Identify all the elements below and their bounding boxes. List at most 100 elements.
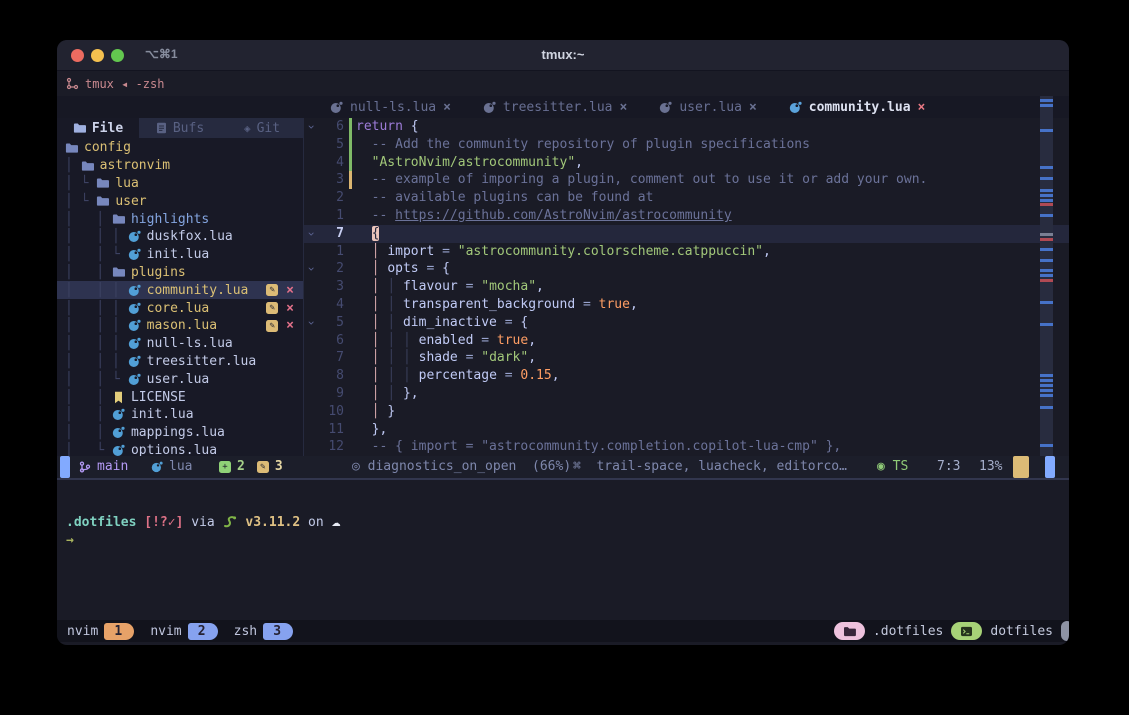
editor-tab-null-ls.lua[interactable]: null-ls.lua× bbox=[315, 96, 466, 118]
tree-item-duskfox.lua[interactable]: │ │ │ duskfox.lua bbox=[57, 228, 303, 246]
lua-file-icon bbox=[128, 373, 141, 386]
code-line[interactable]: 6 │ │ │ enabled = true, bbox=[304, 332, 1069, 350]
lsp-icon: ⌘ bbox=[573, 459, 581, 474]
lua-file-icon bbox=[128, 248, 141, 261]
file-name: init.lua bbox=[131, 407, 194, 422]
code-line[interactable]: ›2 │ opts = { bbox=[304, 260, 1069, 278]
code-line[interactable]: 3 │ │ flavour = "mocha", bbox=[304, 278, 1069, 296]
fold-chevron-icon[interactable]: › bbox=[304, 225, 318, 243]
tree-item-astronvim[interactable]: │ astronvim bbox=[57, 157, 303, 175]
lua-file-icon bbox=[112, 426, 125, 439]
fold-chevron-icon bbox=[304, 385, 318, 403]
tree-item-user.lua[interactable]: │ │ └ user.lua bbox=[57, 370, 303, 388]
folder-icon bbox=[81, 160, 94, 172]
scrollbar-mark bbox=[1040, 384, 1053, 387]
editor-scrollbar[interactable] bbox=[1040, 96, 1053, 456]
close-tab-icon[interactable]: × bbox=[918, 100, 926, 115]
fold-chevron-icon[interactable]: › bbox=[304, 314, 318, 332]
scrollbar-mark bbox=[1040, 269, 1053, 272]
tree-item-treesitter.lua[interactable]: │ │ │ treesitter.lua bbox=[57, 353, 303, 371]
file-name: lua bbox=[115, 176, 138, 191]
tree-item-init.lua[interactable]: │ │ └ init.lua bbox=[57, 246, 303, 264]
fold-chevron-icon[interactable]: › bbox=[304, 118, 318, 136]
code-line[interactable]: ›5 │ │ dim_inactive = { bbox=[304, 314, 1069, 332]
unsaved-close-icon[interactable]: × bbox=[286, 301, 294, 316]
fold-chevron-icon bbox=[304, 171, 318, 189]
code-line[interactable]: 11 }, bbox=[304, 421, 1069, 439]
added-count: 2 bbox=[237, 456, 245, 478]
editor-tab-user.lua[interactable]: user.lua× bbox=[644, 96, 771, 118]
scrollbar-mark bbox=[1040, 301, 1053, 304]
diagnostics-text: diagnostics_on_open (66%) bbox=[368, 459, 572, 474]
code-line[interactable]: ›6return { bbox=[304, 118, 1069, 136]
tmux-window-3[interactable]: zsh3 bbox=[234, 623, 293, 640]
scrollbar-mark bbox=[1040, 189, 1053, 192]
git-sign bbox=[344, 332, 356, 350]
tree-item-user[interactable]: │ └ user bbox=[57, 192, 303, 210]
file-name: user bbox=[115, 194, 146, 209]
neotree-file-list: config│ astronvim│ └ lua│ └ user│ │ high… bbox=[57, 138, 303, 456]
git-sign bbox=[344, 349, 356, 367]
code-editor[interactable]: ›6return {5 -- Add the community reposit… bbox=[304, 118, 1069, 456]
code-line[interactable]: 3 -- example of imporing a plugin, comme… bbox=[304, 171, 1069, 189]
tree-item-core.lua[interactable]: │ │ │ core.lua✎× bbox=[57, 299, 303, 317]
tree-item-mason.lua[interactable]: │ │ │ mason.lua✎× bbox=[57, 317, 303, 335]
file-name: duskfox.lua bbox=[147, 229, 233, 244]
indent-guides: │ │ bbox=[65, 265, 112, 280]
code-line[interactable]: ›7 { bbox=[304, 225, 1069, 243]
tree-item-LICENSE[interactable]: │ │ LICENSE bbox=[57, 388, 303, 406]
code-line[interactable]: 1 -- https://github.com/AstroNvim/astroc… bbox=[304, 207, 1069, 225]
neotree-tab-git[interactable]: ◈Git bbox=[221, 118, 303, 138]
prompt-segment-fg: via bbox=[183, 515, 222, 530]
close-tab-icon[interactable]: × bbox=[620, 100, 628, 115]
code-line[interactable]: 4 "AstroNvim/astrocommunity", bbox=[304, 154, 1069, 172]
code-line[interactable]: 2 -- available plugins can be found at bbox=[304, 189, 1069, 207]
tmux-window-1[interactable]: nvim1 bbox=[67, 623, 134, 640]
tree-item-mappings.lua[interactable]: │ │ mappings.lua bbox=[57, 424, 303, 442]
tree-item-init.lua[interactable]: │ │ init.lua bbox=[57, 406, 303, 424]
line-number: 4 bbox=[318, 154, 344, 172]
tmux-edge-pill bbox=[1061, 621, 1069, 641]
lua-file-icon bbox=[112, 444, 125, 456]
code-line[interactable]: 12 -- { import = "astrocommunity.complet… bbox=[304, 438, 1069, 456]
code-line[interactable]: 1 │ import = "astrocommunity.colorscheme… bbox=[304, 243, 1069, 261]
tree-item-options.lua[interactable]: │ └ options.lua bbox=[57, 442, 303, 456]
file-name: options.lua bbox=[131, 443, 217, 456]
neotree-tab-file[interactable]: File bbox=[57, 118, 139, 138]
code-line[interactable]: 5 -- Add the community repository of plu… bbox=[304, 136, 1069, 154]
tree-item-community.lua[interactable]: │ │ │ community.lua✎× bbox=[57, 281, 303, 299]
neotree-tab-bufs[interactable]: Bufs bbox=[139, 118, 221, 138]
close-tab-icon[interactable]: × bbox=[749, 100, 757, 115]
tree-item-config[interactable]: config bbox=[57, 139, 303, 157]
code-line[interactable]: 10 │ } bbox=[304, 403, 1069, 421]
code-line[interactable]: 7 │ │ │ shade = "dark", bbox=[304, 349, 1069, 367]
indent-guides: │ │ bbox=[65, 212, 112, 227]
editor-tab-treesitter.lua[interactable]: treesitter.lua × bbox=[468, 96, 642, 118]
filetype-label: lua bbox=[169, 456, 192, 478]
unsaved-close-icon[interactable]: × bbox=[286, 318, 294, 333]
session-tree-icon bbox=[66, 77, 79, 90]
code-line[interactable]: 8 │ │ │ percentage = 0.15, bbox=[304, 367, 1069, 385]
scrollbar-mark bbox=[1040, 259, 1053, 262]
fold-chevron-icon[interactable]: › bbox=[304, 260, 318, 278]
close-tab-icon[interactable]: × bbox=[443, 100, 451, 115]
lua-icon bbox=[151, 461, 163, 473]
tab-label: treesitter.lua bbox=[503, 100, 613, 115]
tree-item-null-ls.lua[interactable]: │ │ │ null-ls.lua bbox=[57, 335, 303, 353]
code-line[interactable]: 9 │ │ }, bbox=[304, 385, 1069, 403]
tmux-session-tab[interactable]: tmux ◂ -zsh bbox=[85, 77, 164, 91]
unsaved-close-icon[interactable]: × bbox=[286, 283, 294, 298]
tree-item-plugins[interactable]: │ │ plugins bbox=[57, 264, 303, 282]
scrollbar-mark bbox=[1040, 379, 1053, 382]
tree-item-highlights[interactable]: │ │ highlights bbox=[57, 210, 303, 228]
prompt-arrow: → bbox=[66, 533, 74, 548]
line-number: 2 bbox=[318, 260, 344, 278]
editor-tab-community.lua[interactable]: community.lua× bbox=[774, 96, 941, 118]
code-line[interactable]: 4 │ │ transparent_background = true, bbox=[304, 296, 1069, 314]
file-name: LICENSE bbox=[131, 390, 186, 405]
editor-tabline: null-ls.lua×treesitter.lua×user.lua×comm… bbox=[57, 96, 1069, 118]
nvim-pane: null-ls.lua×treesitter.lua×user.lua×comm… bbox=[57, 96, 1069, 478]
tree-item-lua[interactable]: │ └ lua bbox=[57, 175, 303, 193]
git-sign bbox=[344, 243, 356, 261]
tmux-window-2[interactable]: nvim2 bbox=[150, 623, 217, 640]
